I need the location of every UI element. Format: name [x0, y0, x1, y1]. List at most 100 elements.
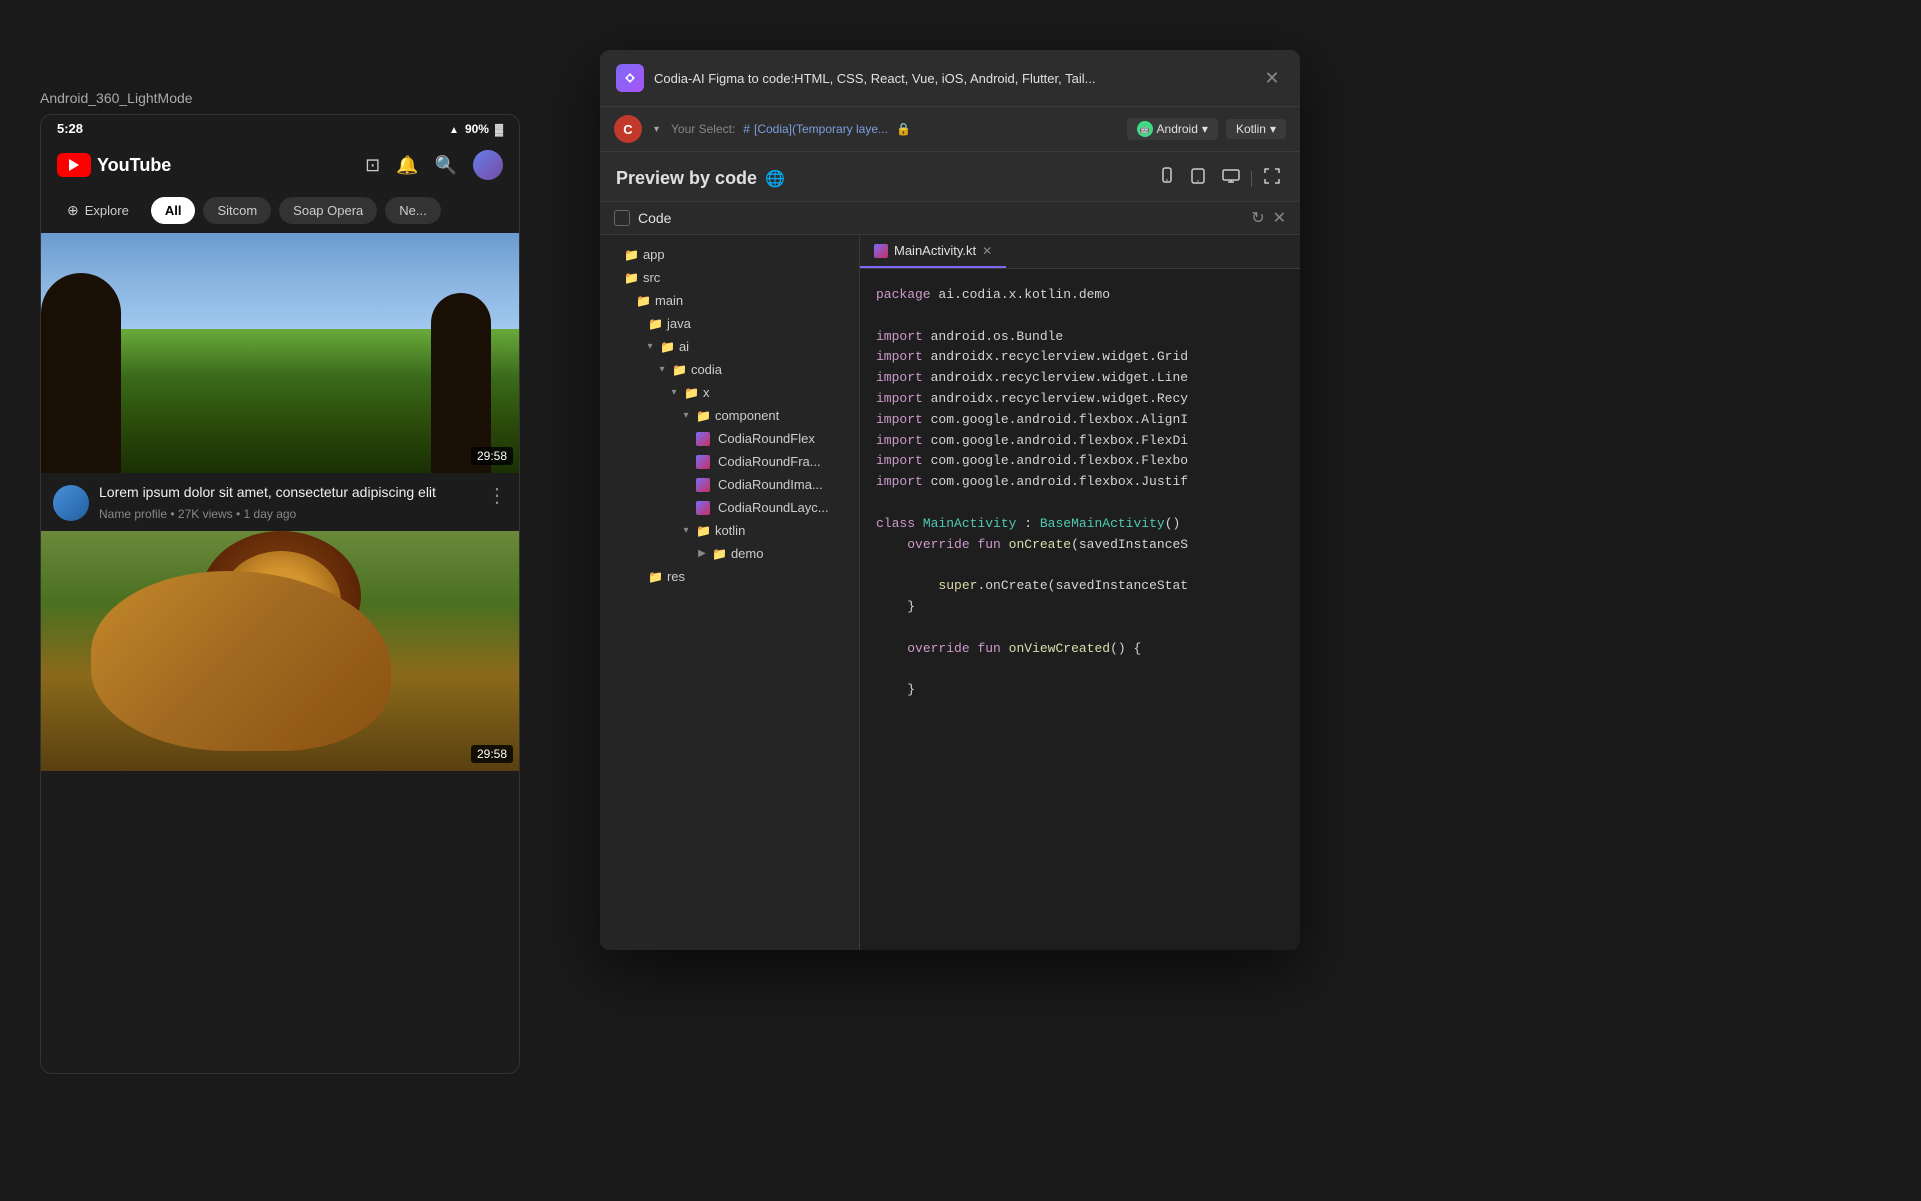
chevron-down-icon: ▾	[656, 364, 668, 375]
layer-name: [Codia](Temporary laye...	[754, 122, 888, 136]
video-thumbnail-1[interactable]: 29:58	[41, 233, 520, 473]
tree-item-label: codia	[691, 362, 722, 377]
android-platform-selector[interactable]: 🤖 Android ▾	[1127, 118, 1218, 140]
tree-item-kotlin[interactable]: ▾ 📁 kotlin	[600, 519, 859, 542]
code-content[interactable]: package ai.codia.x.kotlin.demo import an…	[860, 269, 1300, 950]
kotlin-language-selector[interactable]: Kotlin ▾	[1226, 119, 1286, 139]
video-more-button-1[interactable]: ⋮	[487, 483, 507, 508]
language-dropdown-icon: ▾	[1270, 122, 1276, 136]
video-item-2: 29:58	[41, 531, 519, 771]
phone-screen: 5:28 90% YouTube ⊡ 🔔 🔍 Explore All	[40, 114, 520, 1074]
tree-decoration-right	[431, 293, 491, 473]
tree-item-codiaroundima[interactable]: CodiaRoundIma...	[600, 473, 859, 496]
tree-item-demo[interactable]: ▶ 📁 demo	[600, 542, 859, 565]
tree-item-x[interactable]: ▾ 📁 x	[600, 381, 859, 404]
tree-item-label: CodiaRoundFlex	[718, 431, 815, 446]
android-logo-icon: 🤖	[1137, 121, 1153, 137]
code-line-1: package ai.codia.x.kotlin.demo	[876, 285, 1284, 306]
code-checkbox[interactable]	[614, 210, 630, 226]
status-bar: 5:28 90%	[41, 115, 519, 142]
tree-item-codia[interactable]: ▾ 📁 codia	[600, 358, 859, 381]
explore-tab[interactable]: Explore	[53, 196, 143, 225]
tree-item-app[interactable]: 📁 app	[600, 243, 859, 266]
tree-item-src[interactable]: 📁 src	[600, 266, 859, 289]
select-label: Your Select:	[671, 122, 735, 136]
more-tab[interactable]: Ne...	[385, 197, 440, 224]
video-meta-1: Lorem ipsum dolor sit amet, consectetur …	[99, 483, 477, 521]
view-count-1: 27K views	[178, 507, 233, 521]
platform-dropdown-icon: ▾	[1202, 122, 1208, 136]
code-line-blank-4	[876, 618, 1284, 639]
video-thumbnail-2[interactable]: 29:58	[41, 531, 520, 771]
youtube-wordmark: YouTube	[97, 155, 171, 176]
plugin-title: Codia-AI Figma to code:HTML, CSS, React,…	[654, 71, 1250, 86]
notification-icon[interactable]: 🔔	[396, 155, 418, 176]
category-tabs: Explore All Sitcom Soap Opera Ne...	[41, 188, 519, 233]
kotlin-file-icon	[696, 432, 710, 446]
landscape-image	[41, 233, 520, 473]
code-panel-close-button[interactable]: ✕	[1273, 208, 1286, 228]
kotlin-file-tab-icon	[874, 244, 888, 258]
user-avatar[interactable]	[473, 150, 503, 180]
tree-item-label: java	[667, 316, 691, 331]
tree-item-main[interactable]: 📁 main	[600, 289, 859, 312]
tree-item-label: CodiaRoundIma...	[718, 477, 823, 492]
separator: •	[170, 507, 178, 521]
tree-item-label: CodiaRoundFra...	[718, 454, 821, 469]
refresh-button[interactable]: ↻	[1251, 208, 1264, 228]
chevron-down-icon: ▾	[644, 341, 656, 352]
kotlin-file-icon	[696, 455, 710, 469]
chevron-right-icon: ▶	[696, 548, 708, 559]
tree-item-java[interactable]: 📁 java	[600, 312, 859, 335]
fullscreen-button[interactable]	[1260, 164, 1284, 193]
plugin-close-button[interactable]: ✕	[1260, 66, 1284, 90]
battery-icon	[495, 122, 503, 136]
active-file-tab[interactable]: MainActivity.kt ✕	[860, 235, 1006, 268]
desktop-view-button[interactable]	[1219, 164, 1243, 193]
tree-item-label: CodiaRoundLayc...	[718, 500, 829, 515]
all-tab[interactable]: All	[151, 197, 196, 224]
tab-close-button[interactable]: ✕	[982, 244, 992, 258]
preview-section: Preview by code 🌐	[600, 152, 1300, 202]
youtube-actions[interactable]: ⊡ 🔔 🔍	[365, 150, 503, 180]
tree-item-codiaroundfra[interactable]: CodiaRoundFra...	[600, 450, 859, 473]
cast-icon[interactable]: ⊡	[365, 155, 380, 176]
plugin-window: Codia-AI Figma to code:HTML, CSS, React,…	[600, 50, 1300, 950]
youtube-play-icon	[57, 153, 91, 177]
tree-item-res[interactable]: 📁 res	[600, 565, 859, 588]
plugin-toolbar: C Your Select: [Codia](Temporary laye...…	[600, 107, 1300, 152]
globe-icon: 🌐	[765, 169, 785, 189]
code-line-blank-2	[876, 493, 1284, 514]
phone-label: Android_360_LightMode	[40, 90, 540, 106]
youtube-header: YouTube ⊡ 🔔 🔍	[41, 142, 519, 188]
sitcom-tab[interactable]: Sitcom	[203, 197, 271, 224]
wifi-icon	[449, 122, 459, 136]
phone-preview: Android_360_LightMode 5:28 90% YouTube ⊡…	[40, 90, 540, 1170]
channel-avatar-1[interactable]	[53, 485, 89, 521]
folder-icon: 📁	[624, 271, 639, 285]
soap-opera-tab[interactable]: Soap Opera	[279, 197, 377, 224]
separator2: •	[236, 507, 244, 521]
tree-item-label: app	[643, 247, 665, 262]
code-panel-actions: ↻ ✕	[1251, 208, 1286, 228]
code-line-import-5: import com.google.android.flexbox.AlignI	[876, 410, 1284, 431]
hash-icon	[743, 122, 750, 136]
user-dropdown[interactable]	[650, 122, 663, 137]
tablet-view-button[interactable]	[1187, 164, 1211, 193]
user-avatar-badge[interactable]: C	[614, 115, 642, 143]
tree-item-ai[interactable]: ▾ 📁 ai	[600, 335, 859, 358]
code-panel-header: Code ↻ ✕	[600, 202, 1300, 235]
active-file-name: MainActivity.kt	[894, 243, 976, 258]
tree-item-codiaroundlayc[interactable]: CodiaRoundLayc...	[600, 496, 859, 519]
folder-icon: 📁	[624, 248, 639, 262]
layer-badge: [Codia](Temporary laye...	[743, 122, 888, 136]
tree-item-codiaroundflex[interactable]: CodiaRoundFlex	[600, 427, 859, 450]
search-icon[interactable]: 🔍	[435, 155, 457, 176]
video-info-1: Lorem ipsum dolor sit amet, consectetur …	[41, 473, 519, 531]
preview-view-controls	[1155, 164, 1284, 193]
tree-item-component[interactable]: ▾ 📁 component	[600, 404, 859, 427]
mobile-view-button[interactable]	[1155, 164, 1179, 193]
folder-icon: 📁	[684, 386, 699, 400]
code-line-oncreate: override fun onCreate(savedInstanceS	[876, 535, 1284, 556]
time-ago-1: 1 day ago	[244, 507, 297, 521]
